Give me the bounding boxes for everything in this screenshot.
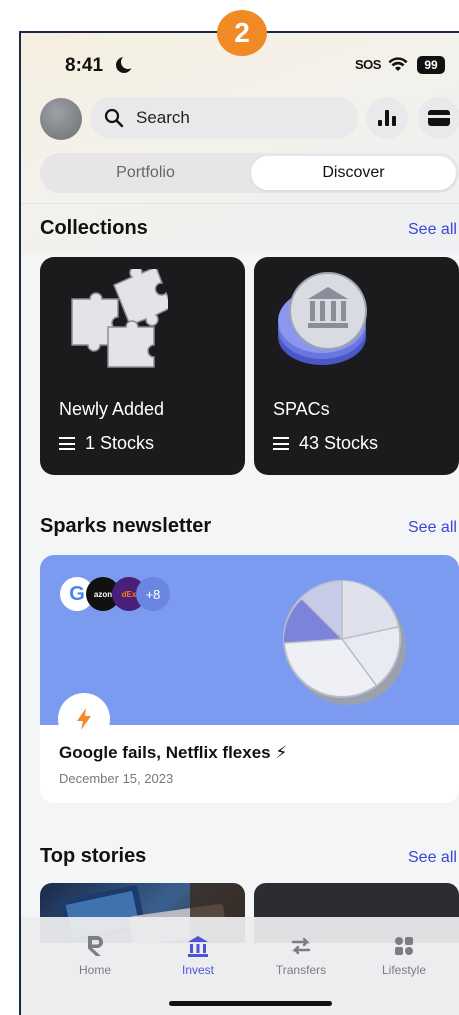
grid-icon — [395, 937, 413, 955]
search-icon — [104, 108, 124, 128]
newsletter-banner: G azon dEx +8 — [40, 555, 459, 725]
bar-chart-icon — [378, 110, 396, 126]
newsletter-bolt-badge — [58, 693, 110, 745]
r-logo-icon — [88, 936, 103, 956]
newsletter-title: Sparks newsletter — [40, 515, 212, 537]
analytics-button[interactable] — [366, 97, 408, 139]
tab-invest[interactable]: Invest — [148, 931, 248, 977]
more-logos-count: +8 — [136, 577, 170, 611]
tab-transfers[interactable]: Transfers — [251, 931, 351, 977]
search-input[interactable]: Search — [90, 97, 358, 139]
collection-count-label: 1 Stocks — [85, 433, 155, 453]
search-placeholder: Search — [136, 108, 190, 127]
list-icon — [59, 437, 75, 450]
collection-name: SPACs — [273, 399, 330, 419]
collection-count: 1 Stocks — [59, 433, 154, 454]
portfolio-discover-switch: Portfolio Discover — [40, 153, 459, 193]
top-stories-title: Top stories — [40, 845, 147, 867]
tab-lifestyle[interactable]: Lifestyle — [354, 931, 454, 977]
collections-see-all-link[interactable]: See all — [408, 221, 457, 239]
lightning-icon — [77, 708, 91, 730]
header-divider — [21, 203, 459, 204]
collection-card-newly-added[interactable]: Newly Added 1 Stocks — [40, 257, 245, 475]
pie-chart-icon — [283, 580, 406, 705]
collection-card-spacs[interactable]: SPACs 43 Stocks — [254, 257, 459, 475]
collection-count: 43 Stocks — [273, 433, 378, 454]
newsletter-date: December 15, 2023 — [59, 771, 174, 786]
collection-name: Newly Added — [59, 399, 165, 419]
tab-lifestyle-label: Lifestyle — [381, 963, 427, 977]
tab-invest-label: Invest — [181, 963, 214, 977]
battery-indicator: 99 — [417, 56, 445, 74]
tab-portfolio[interactable]: Portfolio — [43, 156, 248, 190]
top-stories-see-all-link[interactable]: See all — [408, 849, 457, 867]
arrows-icon — [291, 937, 311, 955]
sos-indicator: SOS — [355, 57, 381, 72]
cards-button[interactable] — [418, 97, 459, 139]
collection-count-label: 43 Stocks — [299, 433, 379, 453]
moon-icon — [116, 55, 135, 73]
home-indicator — [169, 1001, 332, 1006]
wifi-icon — [388, 57, 408, 71]
tab-discover[interactable]: Discover — [251, 156, 456, 190]
newsletter-see-all-link[interactable]: See all — [408, 519, 457, 537]
tab-home[interactable]: Home — [45, 931, 145, 977]
phone-screen: 8:41 SOS 99 Search Portfolio Discover Co… — [19, 31, 459, 1015]
tab-transfers-label: Transfers — [275, 963, 327, 977]
list-icon — [273, 437, 289, 450]
status-time: 8:41 — [65, 55, 104, 76]
puzzle-icon — [71, 269, 168, 368]
bank-icon — [188, 936, 208, 957]
step-number-badge: 2 — [217, 10, 267, 56]
bank-coin-icon — [278, 272, 367, 365]
tab-home-label: Home — [78, 963, 111, 977]
newsletter-card[interactable]: G azon dEx +8 Google fails, Netflix flex… — [40, 555, 459, 803]
newsletter-headline: Google fails, Netflix flexes ⚡ — [59, 743, 288, 762]
avatar[interactable] — [40, 98, 82, 140]
collections-title: Collections — [40, 217, 148, 239]
credit-card-icon — [428, 110, 450, 126]
